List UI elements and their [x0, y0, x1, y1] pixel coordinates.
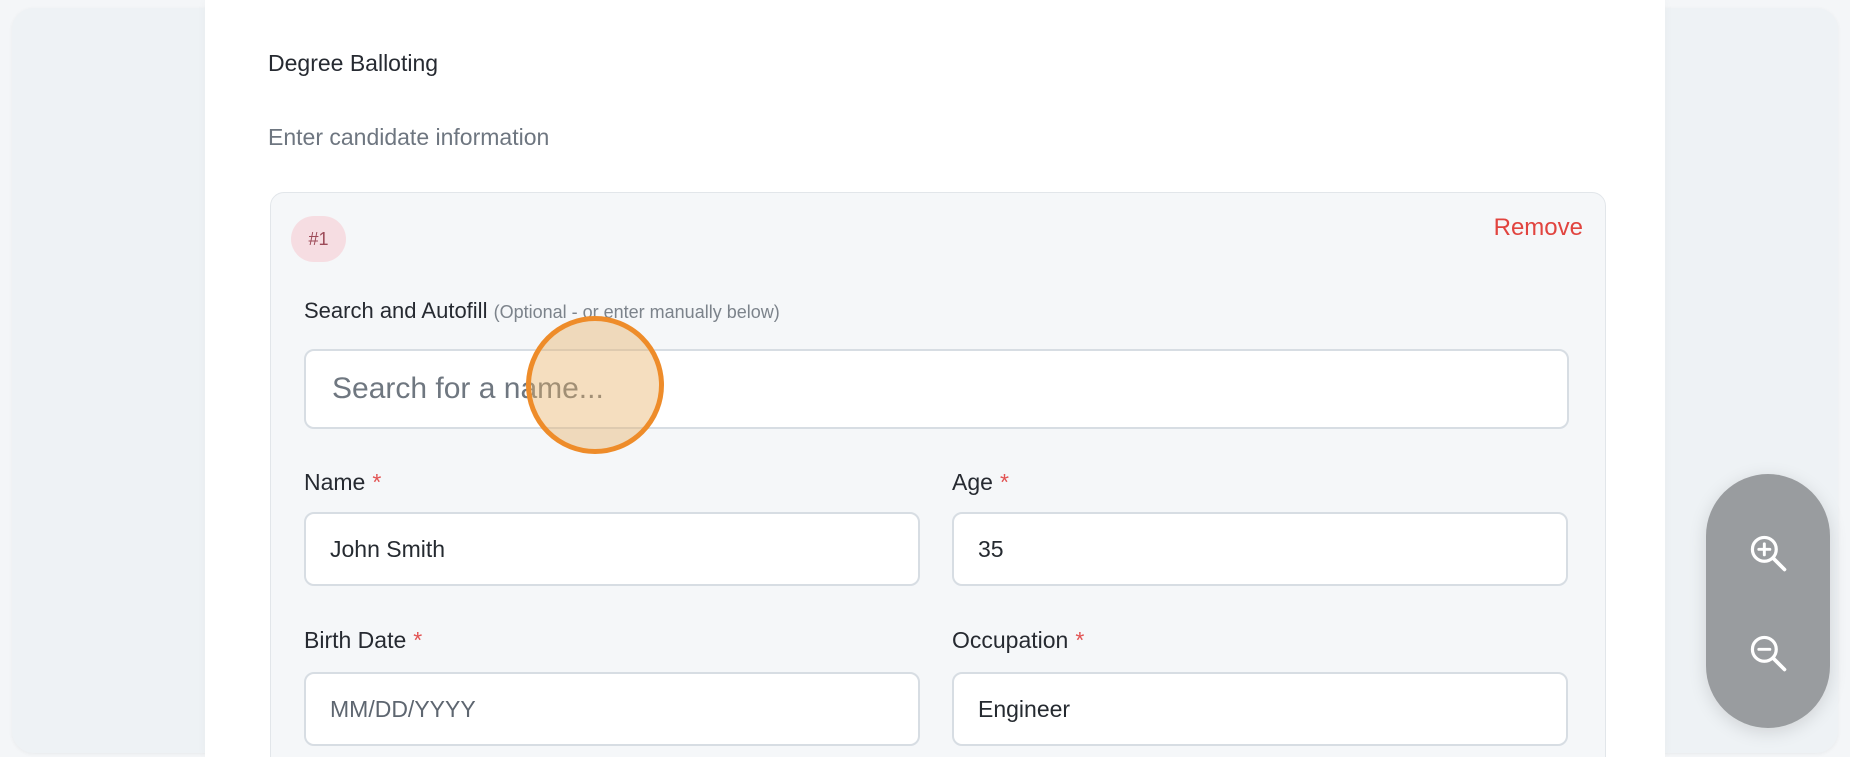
age-required-marker: * [999, 469, 1009, 495]
occupation-input[interactable] [952, 672, 1568, 746]
search-autofill-label: Search and Autofill (Optional - or enter… [304, 298, 780, 324]
birth-date-required-marker: * [413, 627, 423, 653]
page-title: Degree Balloting [268, 50, 439, 76]
occupation-required-marker: * [1075, 627, 1085, 653]
occupation-field-label: Occupation * [952, 627, 1084, 654]
name-field-label: Name * [304, 469, 381, 496]
page-subtitle: Enter candidate information [268, 124, 550, 150]
name-input[interactable] [304, 512, 920, 586]
zoom-in-icon [1746, 531, 1790, 575]
search-autofill-hint: (Optional - or enter manually below) [493, 302, 780, 322]
name-label-text: Name [304, 469, 366, 495]
age-label-text: Age [952, 469, 993, 495]
search-autofill-label-text: Search and Autofill [304, 298, 488, 323]
zoom-controls [1706, 474, 1830, 728]
birth-date-input[interactable] [304, 672, 920, 746]
zoom-in-button[interactable] [1738, 523, 1798, 583]
zoom-out-icon [1746, 631, 1790, 675]
candidate-number-badge: #1 [291, 216, 346, 262]
occupation-label-text: Occupation [952, 627, 1069, 653]
name-required-marker: * [372, 469, 382, 495]
birth-date-field-label: Birth Date * [304, 627, 422, 654]
birth-date-label-text: Birth Date [304, 627, 407, 653]
screen: Degree Balloting Enter candidate informa… [0, 0, 1850, 757]
candidate-search-input[interactable] [304, 349, 1569, 429]
remove-candidate-button[interactable]: Remove [1473, 214, 1583, 242]
zoom-out-button[interactable] [1738, 623, 1798, 683]
age-field-label: Age * [952, 469, 1009, 496]
age-input[interactable] [952, 512, 1568, 586]
